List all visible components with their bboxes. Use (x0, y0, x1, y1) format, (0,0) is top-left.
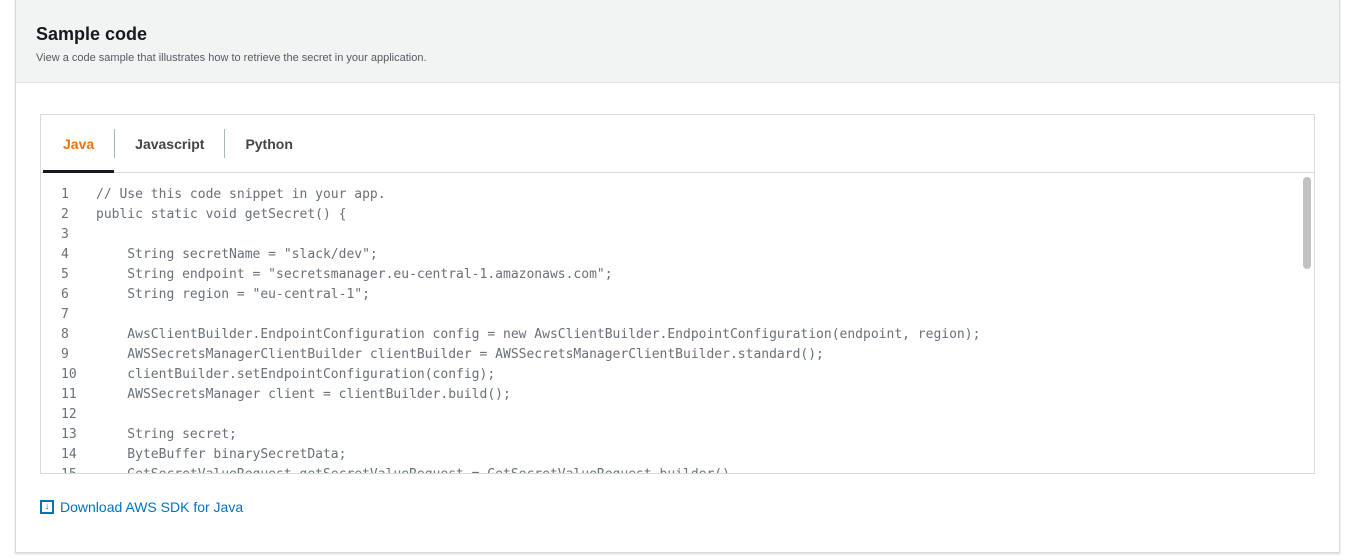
code-line: 1 // Use this code snippet in your app. (41, 185, 1302, 205)
panel-description: View a code sample that illustrates how … (36, 52, 427, 64)
tab-java[interactable]: Java (43, 115, 115, 173)
code-text: AWSSecretsManagerClientBuilder clientBui… (96, 347, 824, 362)
code-tabs-box: Java Javascript Python 1 // Use this code… (40, 114, 1315, 474)
code-text: // Use this code snippet in your app. (96, 187, 386, 202)
download-icon: ↓ (40, 500, 54, 514)
code-line: 11 AWSSecretsManager client = clientBuil… (41, 385, 1302, 405)
code-line: 3 (41, 225, 1302, 245)
panel-title: Sample code (36, 24, 148, 44)
code-line: 14 ByteBuffer binarySecretData; (41, 445, 1302, 465)
code-text: ByteBuffer binarySecretData; (96, 447, 347, 462)
code-line: 2 public static void getSecret() { (41, 205, 1302, 225)
line-number: 2 (61, 207, 69, 222)
line-number: 3 (61, 227, 69, 242)
code-line: 15 GetSecretValueRequest getSecretValueR… (41, 465, 1302, 473)
scrollbar-thumb[interactable] (1303, 177, 1311, 269)
code-line: 13 String secret; (41, 425, 1302, 445)
code-scrollbar[interactable] (1303, 177, 1312, 471)
code-text: clientBuilder.setEndpointConfiguration(c… (96, 367, 496, 382)
download-sdk-label: Download AWS SDK for Java (60, 499, 244, 515)
line-number: 11 (61, 387, 77, 402)
line-number: 7 (61, 307, 69, 322)
line-number: 5 (61, 267, 69, 282)
line-number: 1 (61, 187, 69, 202)
code-text: AwsClientBuilder.EndpointConfiguration c… (96, 327, 981, 342)
line-number: 4 (61, 247, 69, 262)
code-text: public static void getSecret() { (96, 207, 347, 222)
code-text: GetSecretValueRequest getSecretValueRequ… (96, 465, 730, 473)
line-number: 12 (61, 407, 77, 422)
code-text: String secretName = "slack/dev"; (96, 247, 378, 262)
code-line: 10 clientBuilder.setEndpointConfiguratio… (41, 365, 1302, 385)
code-line: 8 AwsClientBuilder.EndpointConfiguration… (41, 325, 1302, 345)
code-line: 12 (41, 405, 1302, 425)
tab-javascript[interactable]: Javascript (115, 115, 224, 172)
code-line: 6 String region = "eu-central-1"; (41, 285, 1302, 305)
code-text: AWSSecretsManager client = clientBuilder… (96, 387, 511, 402)
tab-python[interactable]: Python (225, 115, 312, 172)
line-number: 9 (61, 347, 69, 362)
code-line: 4 String secretName = "slack/dev"; (41, 245, 1302, 265)
line-number: 15 (41, 465, 87, 473)
code-text: String endpoint = "secretsmanager.eu-cen… (96, 267, 613, 282)
language-tabs: Java Javascript Python (41, 115, 1314, 173)
code-line: 7 (41, 305, 1302, 325)
download-sdk-link[interactable]: ↓ Download AWS SDK for Java (40, 499, 243, 515)
sample-code-panel: Sample code View a code sample that illu… (15, 0, 1340, 553)
code-text: String secret; (96, 427, 237, 442)
panel-header: Sample code View a code sample that illu… (16, 0, 1339, 83)
code-editor[interactable]: 1 // Use this code snippet in your app. 2 p… (41, 185, 1302, 473)
code-text: String region = "eu-central-1"; (96, 287, 370, 302)
line-number: 13 (61, 427, 77, 442)
line-number: 6 (61, 287, 69, 302)
line-number: 14 (61, 447, 77, 462)
code-line: 9 AWSSecretsManagerClientBuilder clientB… (41, 345, 1302, 365)
line-number: 10 (61, 367, 77, 382)
line-number: 8 (61, 327, 69, 342)
code-line: 5 String endpoint = "secretsmanager.eu-c… (41, 265, 1302, 285)
